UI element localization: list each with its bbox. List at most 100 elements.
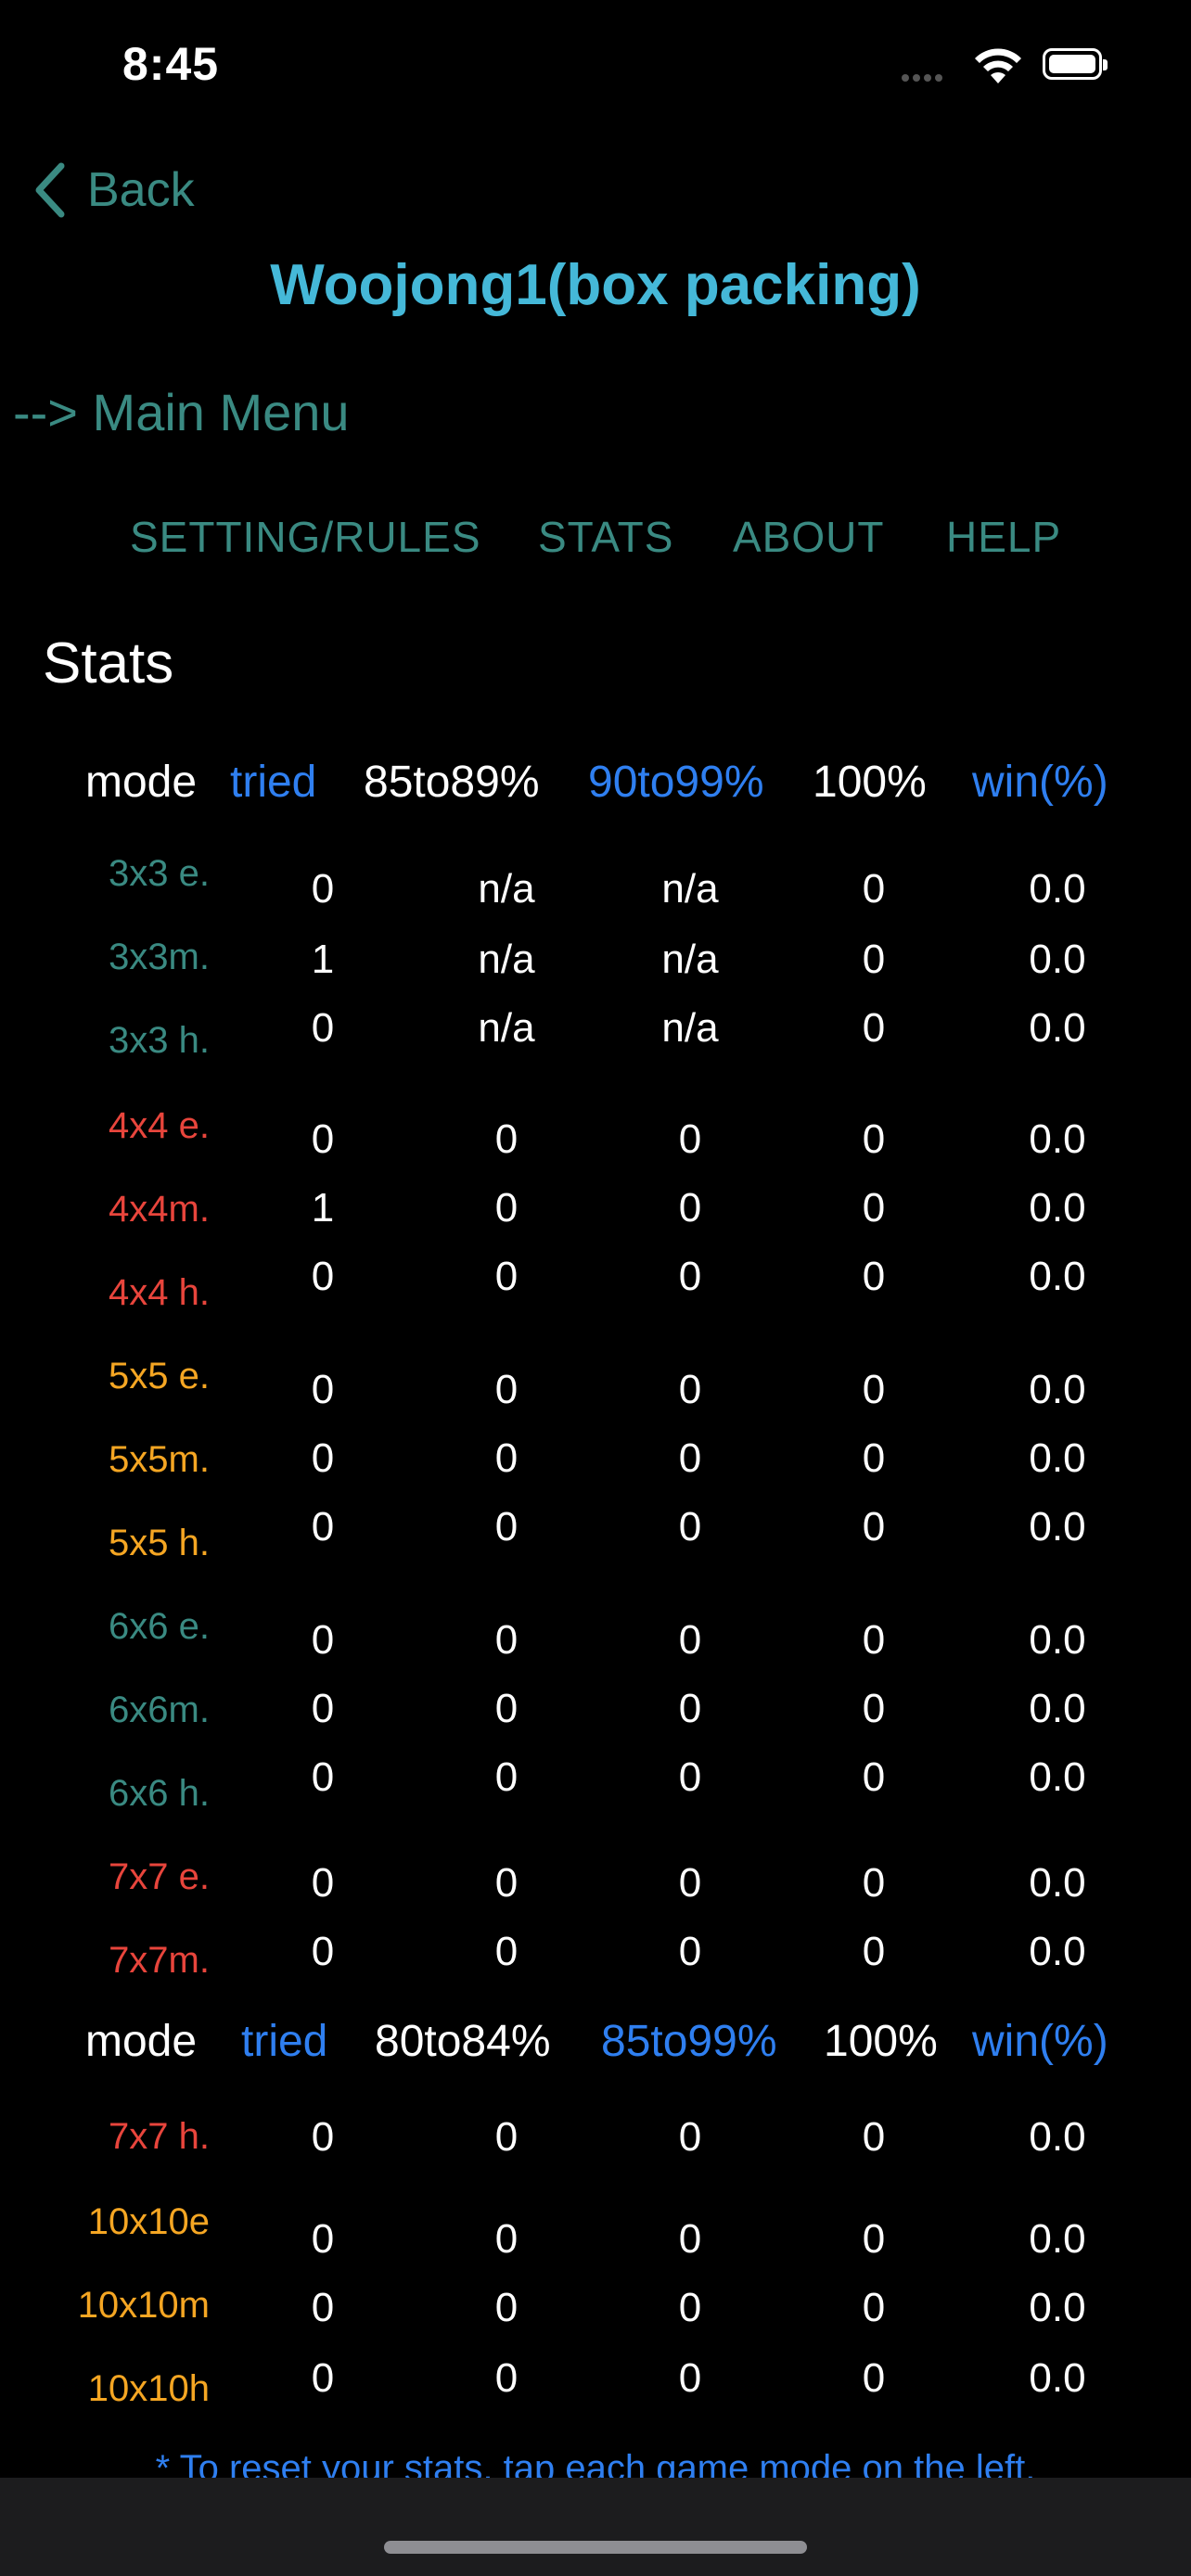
home-bar-area (0, 2478, 1191, 2576)
mode-button[interactable]: 3x3m. (109, 937, 210, 978)
mode-button[interactable]: 4x4m. (109, 1189, 210, 1231)
stat-cell: 0 (311, 1860, 335, 1906)
cellular-signal-icon (902, 74, 957, 87)
column-header: tried (230, 758, 317, 807)
stat-cell: 0 (862, 1860, 886, 1906)
stat-cell: n/a (478, 866, 535, 912)
stat-cell: 0 (494, 1254, 519, 1299)
stat-cell: 0.0 (1029, 866, 1086, 912)
mode-button[interactable]: 6x6 h. (109, 1773, 210, 1815)
stat-cell: 0 (311, 1754, 335, 1800)
stat-cell: 0 (862, 1686, 886, 1731)
column-header: 100% (824, 2017, 938, 2066)
mode-button[interactable]: 6x6 e. (109, 1606, 210, 1648)
stat-cell: 0 (862, 1116, 886, 1162)
column-header: 85to89% (364, 758, 540, 807)
column-header: mode (85, 758, 198, 807)
stat-cell: 0 (494, 1116, 519, 1162)
stat-cell: 0 (678, 2114, 702, 2160)
back-button[interactable]: Back (33, 158, 195, 223)
mode-button[interactable]: 4x4 h. (109, 1272, 210, 1314)
column-header: win(%) (972, 2017, 1108, 2066)
mode-button[interactable]: 5x5 h. (109, 1523, 210, 1564)
stat-cell: 0 (311, 2355, 335, 2401)
stat-cell: 0 (311, 1435, 335, 1481)
stat-cell: 0 (862, 1185, 886, 1231)
stat-cell: 0.0 (1029, 2114, 1086, 2160)
stat-cell: 0 (678, 1435, 702, 1481)
stat-cell: 0 (311, 1367, 335, 1412)
stat-cell: n/a (478, 1005, 535, 1051)
stat-cell: 0 (862, 1435, 886, 1481)
stat-cell: 0 (494, 1617, 519, 1663)
stat-cell: 0.0 (1029, 2355, 1086, 2401)
stat-cell: n/a (661, 937, 719, 982)
tab-setting-rules[interactable]: SETTING/RULES (130, 512, 481, 562)
stat-cell: 0 (494, 1435, 519, 1481)
stat-cell: 0 (862, 2216, 886, 2262)
section-title: Stats (43, 631, 174, 695)
chevron-left-icon (35, 162, 65, 218)
stat-cell: 0 (494, 2355, 519, 2401)
mode-button[interactable]: 3x3 h. (109, 1020, 210, 1062)
stat-cell: 0 (494, 1367, 519, 1412)
stat-cell: 0 (311, 866, 335, 912)
column-header: 80to84% (375, 2017, 551, 2066)
stat-cell: 0 (862, 1617, 886, 1663)
mode-button[interactable]: 5x5 e. (109, 1356, 210, 1397)
mode-button[interactable]: 4x4 e. (109, 1105, 210, 1147)
stat-cell: 0 (494, 2216, 519, 2262)
home-indicator[interactable] (384, 2541, 807, 2554)
mode-button[interactable]: 5x5m. (109, 1439, 210, 1481)
stat-cell: 0.0 (1029, 1435, 1086, 1481)
mode-button[interactable]: 3x3 e. (109, 853, 210, 895)
stat-cell: 0 (862, 2114, 886, 2160)
stat-cell: 0.0 (1029, 2216, 1086, 2262)
stat-cell: 0.0 (1029, 1254, 1086, 1299)
stat-cell: 0 (862, 937, 886, 982)
stat-cell: 0 (678, 1929, 702, 1974)
tab-about[interactable]: ABOUT (733, 512, 884, 562)
mode-button[interactable]: 10x10e (88, 2201, 210, 2243)
column-header: 100% (813, 758, 927, 807)
stat-cell: 0 (311, 2114, 335, 2160)
mode-button[interactable]: 10x10m (78, 2285, 210, 2327)
stat-cell: 0.0 (1029, 2285, 1086, 2330)
stat-cell: 0 (311, 1116, 335, 1162)
mode-button[interactable]: 7x7 h. (109, 2116, 210, 2158)
stat-cell: 0.0 (1029, 1504, 1086, 1549)
stat-cell: 0 (678, 1504, 702, 1549)
stat-cell: 0 (862, 1254, 886, 1299)
stat-cell: 0 (494, 1860, 519, 1906)
mode-button[interactable]: 7x7m. (109, 1940, 210, 1982)
stat-cell: 0 (862, 1504, 886, 1549)
stat-cell: n/a (661, 866, 719, 912)
wifi-icon (975, 48, 1021, 83)
column-header: win(%) (972, 758, 1108, 807)
mode-button[interactable]: 10x10h (88, 2368, 210, 2410)
stat-cell: 0 (311, 1254, 335, 1299)
stat-cell: 0 (678, 1185, 702, 1231)
stat-cell: 0.0 (1029, 1929, 1086, 1974)
stat-cell: 0 (678, 2216, 702, 2262)
mode-button[interactable]: 7x7 e. (109, 1856, 210, 1898)
stat-cell: 0.0 (1029, 1116, 1086, 1162)
stat-cell: 0.0 (1029, 1367, 1086, 1412)
stat-cell: 0 (494, 1929, 519, 1974)
stat-cell: 0.0 (1029, 1185, 1086, 1231)
tab-help[interactable]: HELP (946, 512, 1061, 562)
stat-cell: 0 (311, 1005, 335, 1051)
stat-cell: 1 (311, 1185, 335, 1231)
mode-button[interactable]: 6x6m. (109, 1690, 210, 1731)
stat-cell: 0.0 (1029, 1005, 1086, 1051)
stat-cell: 0 (494, 1504, 519, 1549)
stat-cell: 0 (311, 1929, 335, 1974)
stat-cell: 0 (678, 1254, 702, 1299)
stat-cell: 0 (862, 866, 886, 912)
stat-cell: 0 (678, 1367, 702, 1412)
stat-cell: 0.0 (1029, 1686, 1086, 1731)
stat-cell: 0.0 (1029, 1617, 1086, 1663)
stat-cell: 0 (494, 1754, 519, 1800)
main-menu-link[interactable]: --> Main Menu (13, 382, 350, 442)
tab-stats[interactable]: STATS (538, 512, 673, 562)
